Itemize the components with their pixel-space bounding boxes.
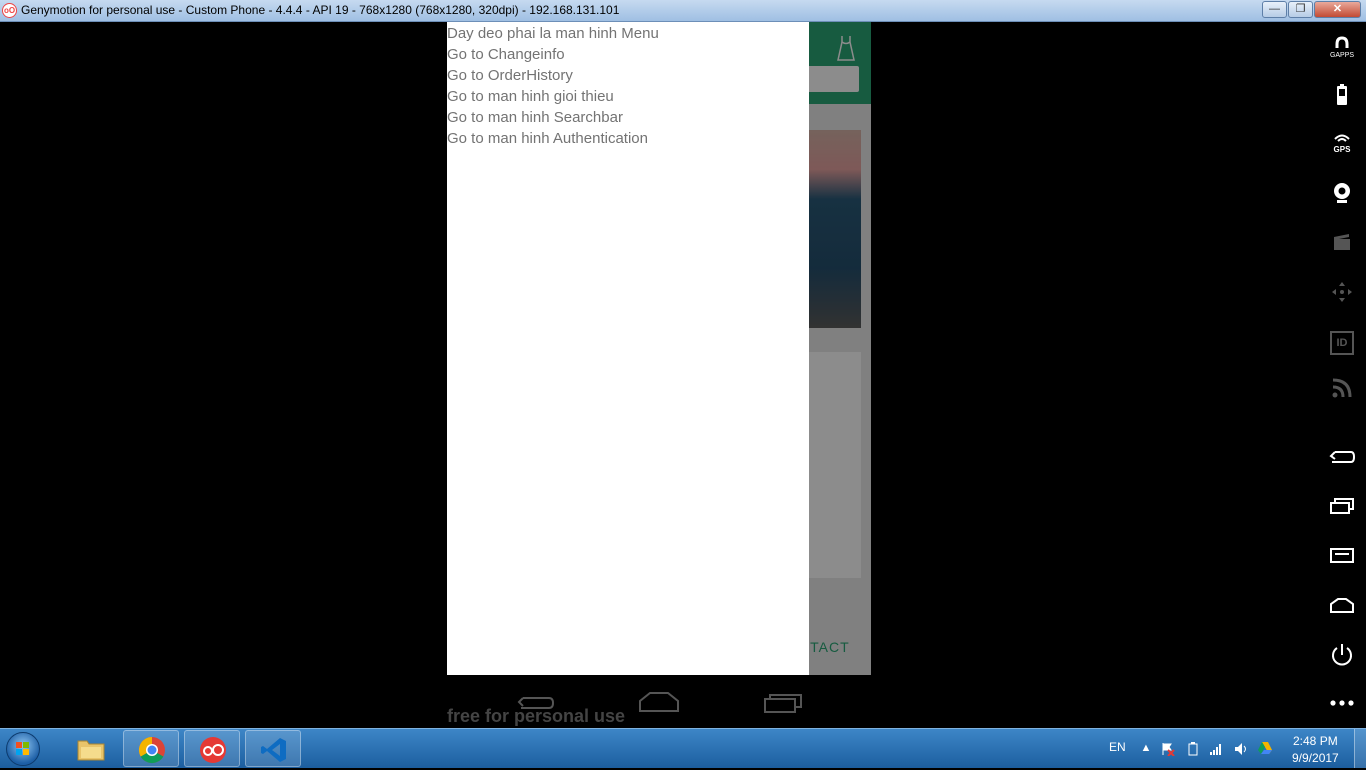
genymotion-icon bbox=[198, 735, 228, 763]
start-button[interactable] bbox=[6, 732, 40, 766]
device-id-label: ID bbox=[1330, 331, 1354, 355]
network-signal-icon[interactable] bbox=[1209, 742, 1223, 756]
visual-studio-code-icon bbox=[259, 735, 289, 763]
taskbar-genymotion[interactable] bbox=[184, 730, 240, 767]
windows-taskbar: EN ▲ 2:48 PM 9/9/2017 bbox=[0, 728, 1366, 768]
android-home-icon[interactable] bbox=[638, 691, 680, 718]
clock-date[interactable]: 9/9/2017 bbox=[1292, 751, 1339, 765]
gapps-label: GAPPS bbox=[1329, 52, 1355, 59]
taskbar-explorer[interactable] bbox=[62, 730, 118, 767]
back-icon[interactable] bbox=[1326, 447, 1358, 479]
windows-logo-icon bbox=[16, 742, 30, 756]
volume-icon[interactable] bbox=[1234, 742, 1248, 756]
maximize-button[interactable]: ❐ bbox=[1288, 1, 1313, 18]
device-id-icon[interactable]: ID bbox=[1326, 328, 1358, 360]
phone-screen: NTACT Day deo phai la man hinh Menu Go t… bbox=[447, 22, 871, 675]
window-title: Genymotion for personal use - Custom Pho… bbox=[21, 3, 620, 17]
screencast-icon[interactable] bbox=[1326, 232, 1358, 264]
clock-time[interactable]: 2:48 PM bbox=[1293, 734, 1338, 748]
recent-apps-icon[interactable] bbox=[1326, 497, 1358, 529]
minimize-button[interactable]: — bbox=[1262, 1, 1287, 18]
gapps-icon[interactable]: GAPPS bbox=[1326, 36, 1358, 68]
gps-icon[interactable]: GPS bbox=[1326, 133, 1358, 165]
personal-use-watermark: free for personal use bbox=[447, 706, 626, 726]
chrome-icon bbox=[137, 735, 167, 764]
battery-tray-icon[interactable] bbox=[1186, 742, 1200, 756]
drawer-item-changeinfo[interactable]: Go to Changeinfo bbox=[447, 44, 659, 65]
drawer-item-authentication[interactable]: Go to man hinh Authentication bbox=[447, 128, 659, 149]
window-title-bar: oO Genymotion for personal use - Custom … bbox=[0, 0, 1366, 22]
dpad-icon[interactable] bbox=[1326, 280, 1358, 312]
gps-label: GPS bbox=[1333, 145, 1351, 154]
android-recent-apps-icon[interactable] bbox=[763, 692, 803, 719]
drawer-item-orderhistory[interactable]: Go to OrderHistory bbox=[447, 65, 659, 86]
show-desktop-button[interactable] bbox=[1354, 729, 1366, 768]
taskbar-chrome[interactable] bbox=[123, 730, 179, 767]
taskbar-vscode[interactable] bbox=[245, 730, 301, 767]
more-icon[interactable] bbox=[1326, 693, 1358, 725]
close-button[interactable]: ✕ bbox=[1314, 1, 1361, 18]
language-indicator[interactable]: EN bbox=[1109, 740, 1126, 754]
menu-icon[interactable] bbox=[1326, 546, 1358, 578]
power-icon[interactable] bbox=[1326, 642, 1358, 674]
drawer-menu-list: Day deo phai la man hinh Menu Go to Chan… bbox=[447, 23, 659, 149]
navigation-drawer: Day deo phai la man hinh Menu Go to Chan… bbox=[447, 22, 809, 675]
webcam-icon[interactable] bbox=[1326, 181, 1358, 213]
home-icon[interactable] bbox=[1326, 596, 1358, 628]
drawer-scrim[interactable] bbox=[809, 22, 871, 675]
drawer-item-searchbar[interactable]: Go to man hinh Searchbar bbox=[447, 107, 659, 128]
action-center-flag-icon[interactable] bbox=[1161, 742, 1175, 757]
google-drive-icon[interactable] bbox=[1257, 741, 1272, 755]
drawer-item-gioi-thieu[interactable]: Go to man hinh gioi thieu bbox=[447, 86, 659, 107]
battery-icon[interactable] bbox=[1326, 84, 1358, 116]
show-hidden-icons-icon[interactable]: ▲ bbox=[1139, 742, 1153, 756]
folder-icon bbox=[76, 735, 106, 763]
genymotion-app-icon: oO bbox=[2, 3, 17, 18]
drawer-item-menu[interactable]: Day deo phai la man hinh Menu bbox=[447, 23, 659, 44]
rss-icon[interactable] bbox=[1326, 377, 1358, 409]
